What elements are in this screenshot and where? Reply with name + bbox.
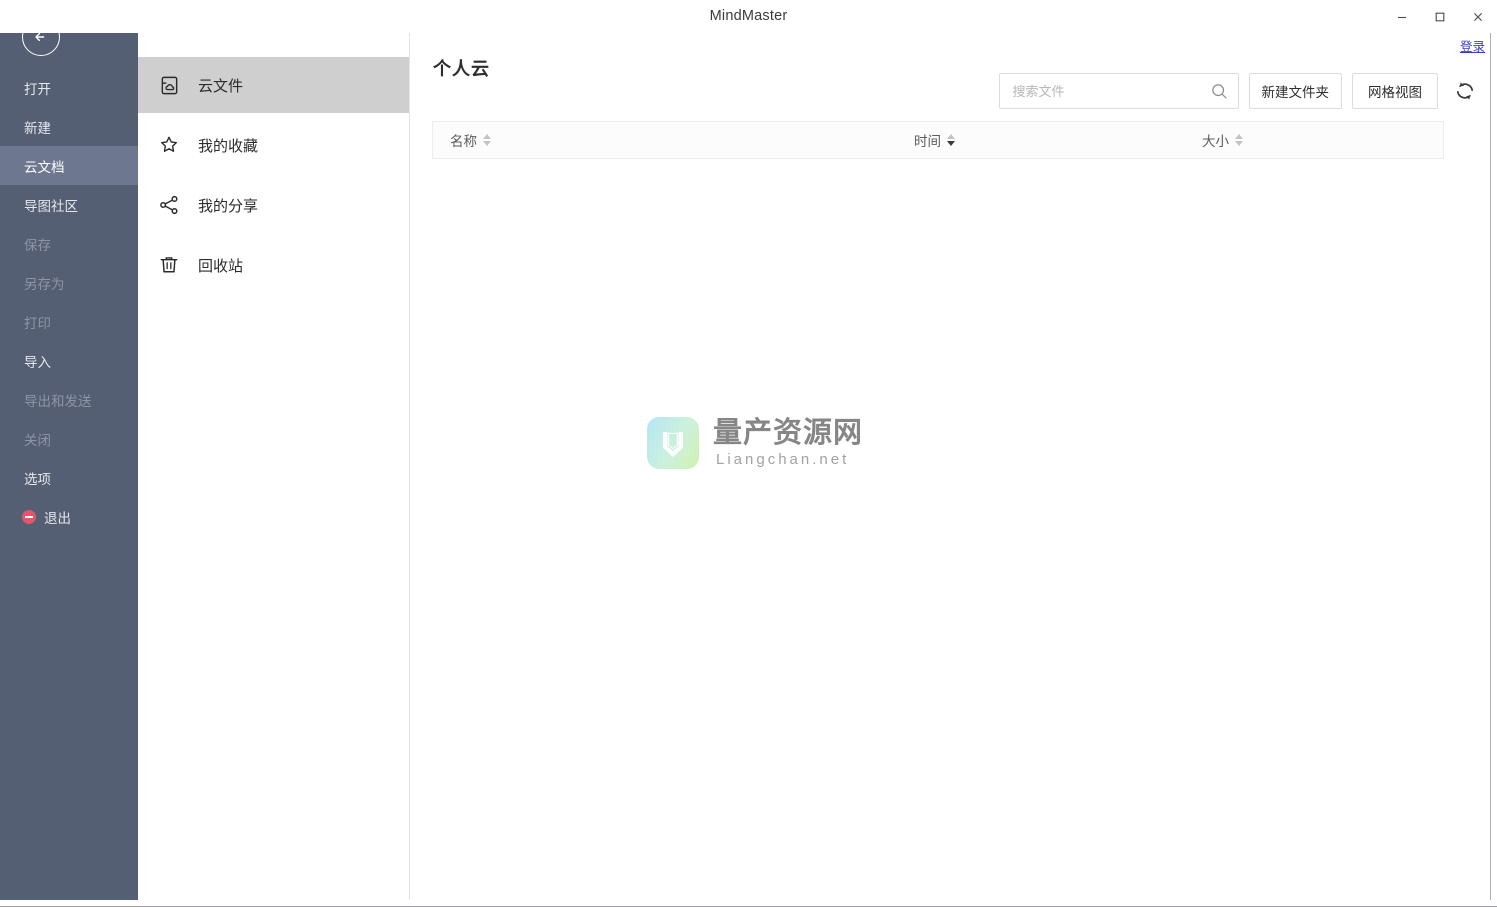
sidebar-item-label: 退出 (44, 510, 71, 526)
nav-item-label: 回收站 (198, 257, 244, 275)
sidebar-menu: 打开 新建 云文档 导图社区 保存 另存为 打印 导入 导出和发送 关闭 选项 … (0, 68, 138, 536)
column-label: 大小 (1202, 134, 1229, 149)
star-icon (158, 134, 180, 156)
sidebar-item-label: 导入 (24, 354, 51, 370)
content-toolbar: 新建文件夹 网格视图 (998, 73, 1485, 109)
login-link[interactable]: 登录 (1460, 36, 1485, 55)
search-input[interactable] (1010, 82, 1211, 100)
sort-toggle-time[interactable] (947, 134, 955, 146)
cloud-nav-panel: 云文件 我的收藏 我的分享 回收站 (138, 33, 410, 900)
watermark: 量产资源网 Liangchan.net (647, 417, 863, 469)
column-header-name[interactable]: 名称 (450, 130, 491, 150)
table-header-row: 名称 时间 大小 (432, 121, 1444, 159)
grid-view-button[interactable]: 网格视图 (1352, 73, 1438, 109)
maximize-button[interactable] (1421, 0, 1459, 33)
nav-item-label: 我的分享 (198, 197, 259, 215)
nav-item-shares[interactable]: 我的分享 (138, 177, 409, 233)
sort-toggle-name[interactable] (483, 134, 491, 146)
minimize-button[interactable] (1383, 0, 1421, 33)
sidebar-item-open[interactable]: 打开 (0, 68, 138, 107)
nav-item-label: 我的收藏 (198, 137, 259, 155)
sidebar-item-label: 另存为 (24, 276, 65, 292)
sidebar-item-label: 选项 (24, 471, 51, 487)
title-bar: MindMaster (0, 0, 1497, 33)
new-folder-button[interactable]: 新建文件夹 (1248, 73, 1342, 109)
watermark-title: 量产资源网 (713, 417, 864, 450)
refresh-icon[interactable] (1450, 76, 1480, 106)
sidebar-item-label: 导出和发送 (24, 393, 92, 409)
exit-icon (22, 509, 36, 524)
mindmaster-window: MindMaster 登录 打开 新建 云文档 导图社区 保存 另存为 打印 导… (0, 0, 1497, 907)
trash-icon (158, 254, 180, 276)
search-box[interactable] (998, 73, 1239, 109)
sidebar-item-options[interactable]: 选项 (0, 458, 138, 497)
file-table: 名称 时间 大小 (432, 121, 1444, 159)
nav-item-recycle-bin[interactable]: 回收站 (138, 237, 409, 293)
cloud-document-icon (158, 74, 180, 96)
sidebar-item-community[interactable]: 导图社区 (0, 185, 138, 224)
sidebar-item-export-send[interactable]: 导出和发送 (0, 380, 138, 419)
sidebar-item-label: 保存 (24, 237, 51, 253)
sidebar-item-label: 新建 (24, 120, 51, 136)
sidebar-item-label: 导图社区 (24, 198, 78, 214)
window-controls (1383, 0, 1497, 33)
column-header-size[interactable]: 大小 (1202, 130, 1243, 150)
sidebar-item-print[interactable]: 打印 (0, 302, 138, 341)
sidebar-item-save[interactable]: 保存 (0, 224, 138, 263)
sidebar-item-import[interactable]: 导入 (0, 341, 138, 380)
sidebar-item-label: 关闭 (24, 432, 51, 448)
sidebar-item-cloud-doc[interactable]: 云文档 (0, 146, 138, 185)
sort-toggle-size[interactable] (1235, 134, 1243, 146)
sidebar-item-label: 打开 (24, 81, 51, 97)
window-title: MindMaster (709, 8, 788, 24)
sidebar-item-new[interactable]: 新建 (0, 107, 138, 146)
column-header-time[interactable]: 时间 (914, 130, 955, 150)
sidebar-item-exit[interactable]: 退出 (0, 497, 138, 536)
app-sidebar: 打开 新建 云文档 导图社区 保存 另存为 打印 导入 导出和发送 关闭 选项 … (0, 0, 138, 900)
content-header: 个人云 新建文件夹 网格视图 (411, 33, 1490, 109)
search-icon[interactable] (1210, 82, 1229, 106)
page-title: 个人云 (433, 59, 490, 79)
watermark-subtitle: Liangchan.net (716, 450, 850, 468)
nav-item-favorites[interactable]: 我的收藏 (138, 117, 409, 173)
close-button[interactable] (1459, 0, 1497, 33)
share-icon (158, 194, 180, 216)
liangchan-logo-icon (647, 417, 699, 469)
nav-item-label: 云文件 (198, 77, 244, 95)
nav-item-cloud-files[interactable]: 云文件 (138, 57, 409, 113)
sidebar-item-close[interactable]: 关闭 (0, 419, 138, 458)
watermark-text: 量产资源网 Liangchan.net (713, 417, 864, 468)
main-content: 个人云 新建文件夹 网格视图 (411, 33, 1491, 900)
sidebar-item-save-as[interactable]: 另存为 (0, 263, 138, 302)
sidebar-item-label: 云文档 (24, 159, 65, 175)
column-label: 时间 (914, 134, 941, 149)
column-label: 名称 (450, 134, 477, 149)
sidebar-item-label: 打印 (24, 315, 51, 331)
